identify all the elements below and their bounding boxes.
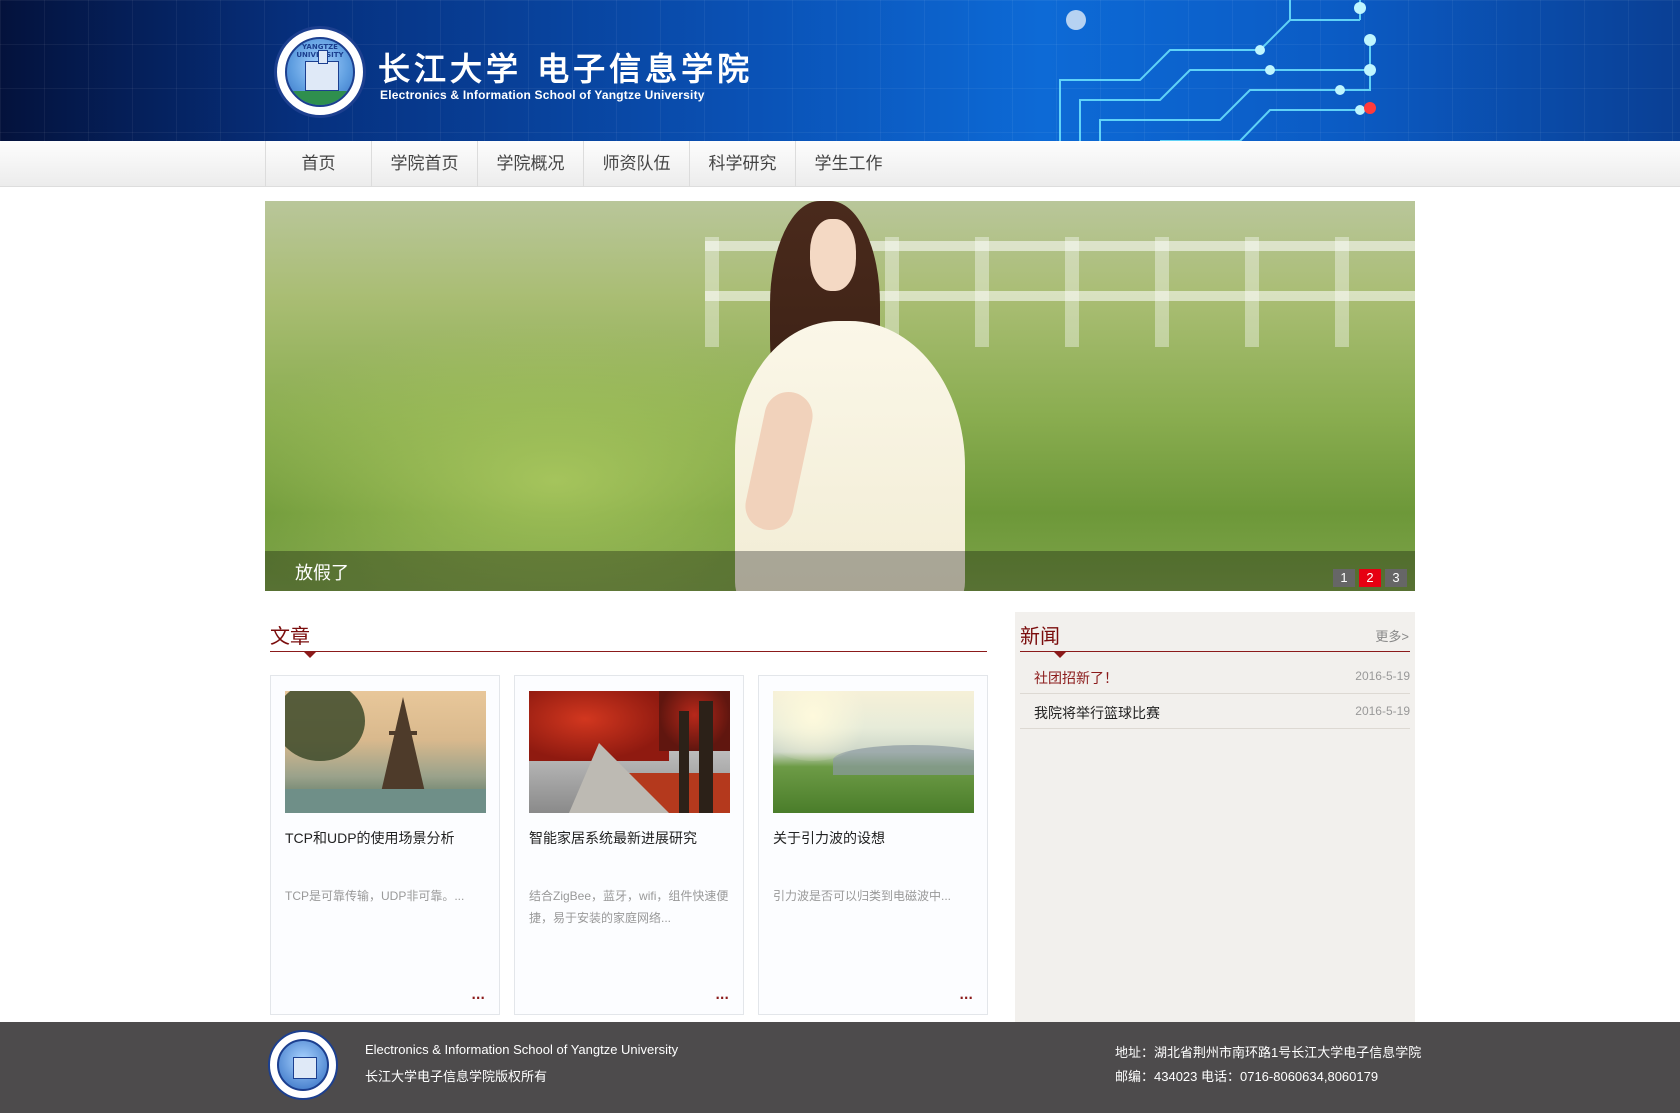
main-nav: 首页 学院首页 学院概况 师资队伍 科学研究 学生工作 [0,141,1680,187]
header-banner: YANGTZE UNIVERSITY 长江大学 电子信息学院 Electroni… [0,0,1680,141]
school-title-en: Electronics & Information School of Yang… [380,88,705,102]
slide-pagination: 1 2 3 [1333,569,1407,587]
news-heading-rule [1020,651,1410,652]
university-seal-logo[interactable]: YANGTZE UNIVERSITY [274,26,366,118]
article-card[interactable]: TCP和UDP的使用场景分析 TCP是可靠传输，UDP非可靠。... ... [270,675,500,1015]
article-thumbnail[interactable] [773,691,974,813]
article-thumbnail[interactable] [285,691,486,813]
thumb-tree [285,691,365,761]
news-more-link[interactable]: 更多> [1375,626,1409,645]
slide-caption-bar: 放假了 [265,551,1415,591]
circuit-graphic [1059,0,1376,141]
seal-building-graphic [305,50,339,91]
school-title-cn: 长江大学 电子信息学院 [378,50,754,88]
thumb-road-path [569,743,669,813]
article-thumbnail[interactable] [529,691,730,813]
nav-list: 首页 学院首页 学院概况 师资队伍 科学研究 学生工作 [265,141,901,187]
thumb-tree-trunk-2 [699,701,713,813]
article-more-link[interactable]: ... [715,988,729,1002]
news-item[interactable]: 社团招新了！ 2016-5-19 [1020,659,1410,694]
footer-seal-logo [268,1030,338,1100]
seal-emblem: YANGTZE UNIVERSITY [285,37,355,107]
news-panel: 新闻 更多> 社团招新了！ 2016-5-19 我院将举行篮球比赛 2016-5… [1015,612,1415,1022]
thumb-tree-trunk [679,711,689,813]
nav-item-faculty[interactable]: 师资队伍 [583,141,689,187]
article-title[interactable]: TCP和UDP的使用场景分析 [285,828,490,848]
news-item-title[interactable]: 社团招新了！ [1034,668,1118,688]
thumb-water [285,789,486,813]
article-more-link[interactable]: ... [959,988,973,1002]
slide-page-1[interactable]: 1 [1333,569,1355,587]
image-slider[interactable]: 放假了 1 2 3 [265,201,1415,591]
thumb-tower-platform [389,731,417,735]
article-card[interactable]: 关于引力波的设想 引力波是否可以归类到电磁波中... ... [758,675,988,1015]
articles-heading-marker [304,652,316,658]
nav-item-home[interactable]: 首页 [265,141,371,187]
footer-copyright: 长江大学电子信息学院版权所有 [365,1069,548,1084]
article-title[interactable]: 智能家居系统最新进展研究 [529,828,734,848]
article-title[interactable]: 关于引力波的设想 [773,828,978,848]
news-heading-marker [1054,652,1066,658]
slide-caption[interactable]: 放假了 [295,559,349,585]
thumb-eiffel-tower [379,697,427,801]
news-heading: 新闻 [1020,626,1060,648]
article-summary: 结合ZigBee，蓝牙，wifi，组件快速便捷，易于安装的家庭网络... [529,889,729,925]
thumb-mountains [833,745,974,775]
nav-item-overview[interactable]: 学院概况 [477,141,583,187]
nav-item-school-home[interactable]: 学院首页 [371,141,477,187]
thumb-red-foliage-right [659,691,730,751]
footer-school-name-en: Electronics & Information School of Yang… [365,1042,679,1057]
article-card[interactable]: 智能家居系统最新进展研究 结合ZigBee，蓝牙，wifi，组件快速便捷，易于安… [514,675,744,1015]
news-item-title[interactable]: 我院将举行篮球比赛 [1034,703,1160,723]
nav-item-student-affairs[interactable]: 学生工作 [795,141,901,187]
news-item-date: 2016-5-19 [1355,669,1410,683]
news-item-date: 2016-5-19 [1355,704,1410,718]
footer-seal-emblem [277,1039,329,1091]
footer-contact: 邮编：434023 电话：0716-8060634,8060179 [1115,1069,1379,1084]
page-footer: Electronics & Information School of Yang… [0,1022,1680,1113]
news-item[interactable]: 我院将举行篮球比赛 2016-5-19 [1020,694,1410,729]
slide-person-face [810,219,856,291]
articles-heading: 文章 [270,626,310,648]
article-more-link[interactable]: ... [471,988,485,1002]
article-summary: TCP是可靠传输，UDP非可靠。... [285,889,465,903]
footer-address: 地址：湖北省荆州市南环路1号长江大学电子信息学院 [1115,1045,1422,1060]
seal-ground-graphic [287,91,353,105]
nav-item-research[interactable]: 科学研究 [689,141,795,187]
slide-page-3[interactable]: 3 [1385,569,1407,587]
article-summary: 引力波是否可以归类到电磁波中... [773,889,952,903]
slide-page-2[interactable]: 2 [1359,569,1381,587]
articles-heading-rule [270,651,987,652]
